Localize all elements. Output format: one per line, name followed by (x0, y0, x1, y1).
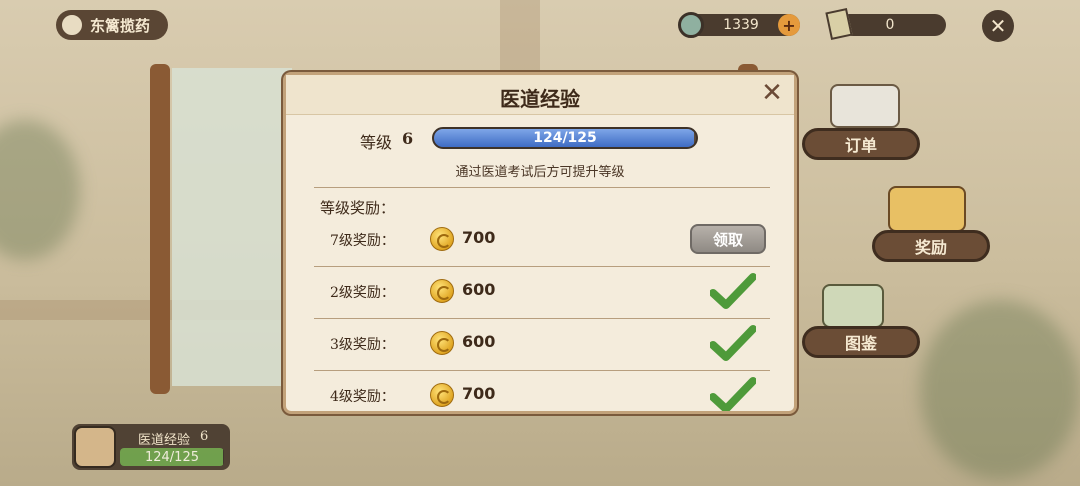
dialog-close-button[interactable]: ✕ (758, 79, 786, 107)
herb-basket-icon (60, 13, 84, 37)
orders-art-icon (830, 84, 900, 128)
medicine-box-icon (74, 426, 116, 468)
close-screen-button[interactable]: ✕ (982, 10, 1014, 42)
add-currency-button[interactable]: + (778, 14, 800, 36)
catalog-button[interactable]: 图鉴 (802, 326, 920, 358)
reward-amount: 600 (462, 332, 496, 351)
level-value: 6 (402, 129, 414, 148)
reward-level-label: 7级奖励： (330, 233, 395, 249)
gold-coin-icon (430, 331, 454, 355)
location-title: 东篱揽药 (56, 10, 168, 40)
exp-dialog: 医道经验 ✕ 等级 6 124/125 通过医道考试后方可提升等级 等级奖励： … (283, 72, 797, 414)
dialog-header: 医道经验 ✕ (286, 75, 794, 115)
orders-button[interactable]: 订单 (802, 128, 920, 160)
currency-counter: 1339 + (678, 12, 800, 38)
reward-level-label: 4级奖励： (330, 389, 395, 405)
reward-amount: 600 (462, 280, 496, 299)
divider (314, 187, 770, 188)
jade-coin-icon (678, 12, 704, 38)
checkmark-icon (710, 377, 756, 411)
currency-amount: 1339 (723, 17, 759, 33)
rewards-button[interactable]: 奖励 (872, 230, 990, 262)
reward-level-label: 3级奖励： (330, 337, 395, 353)
level-label: 等级 (360, 133, 393, 152)
catalog-book-icon (822, 284, 884, 328)
dialog-title: 医道经验 (500, 87, 580, 111)
reward-level-label: 2级奖励： (330, 285, 395, 301)
gold-coin-icon (430, 279, 454, 303)
ticket-icon (825, 8, 853, 40)
exp-widget[interactable]: 医道经验 6 124/125 (72, 424, 230, 470)
reward-row: 2级奖励： 600 (314, 267, 770, 319)
ticket-amount: 0 (885, 17, 895, 33)
exp-widget-level: 6 (200, 429, 209, 444)
gold-coin-icon (430, 227, 454, 251)
ticket-counter: 0 (825, 8, 946, 40)
claim-reward-button[interactable]: 领取 (690, 224, 766, 254)
background-plant (0, 120, 80, 260)
gold-coin-icon (430, 383, 454, 407)
exp-widget-progress-text: 124/125 (144, 449, 199, 465)
reward-amount: 700 (462, 384, 496, 403)
rewards-chest-icon (888, 186, 966, 232)
level-up-hint: 通过医道考试后方可提升等级 (455, 165, 625, 180)
checkmark-icon (710, 325, 756, 361)
scroll-rod-left (150, 64, 170, 394)
checkmark-icon (710, 273, 756, 309)
reward-row: 7级奖励： 700 领取 (314, 215, 770, 267)
reward-amount: 700 (462, 228, 496, 247)
level-progress-text: 124/125 (533, 130, 597, 146)
scroll-paper (172, 68, 292, 386)
reward-row: 3级奖励： 600 (314, 319, 770, 371)
reward-row: 4级奖励： 700 (314, 371, 770, 411)
exp-widget-title: 医道经验 (138, 433, 191, 448)
location-title-text: 东篱揽药 (90, 16, 151, 35)
background-plant (920, 300, 1080, 480)
